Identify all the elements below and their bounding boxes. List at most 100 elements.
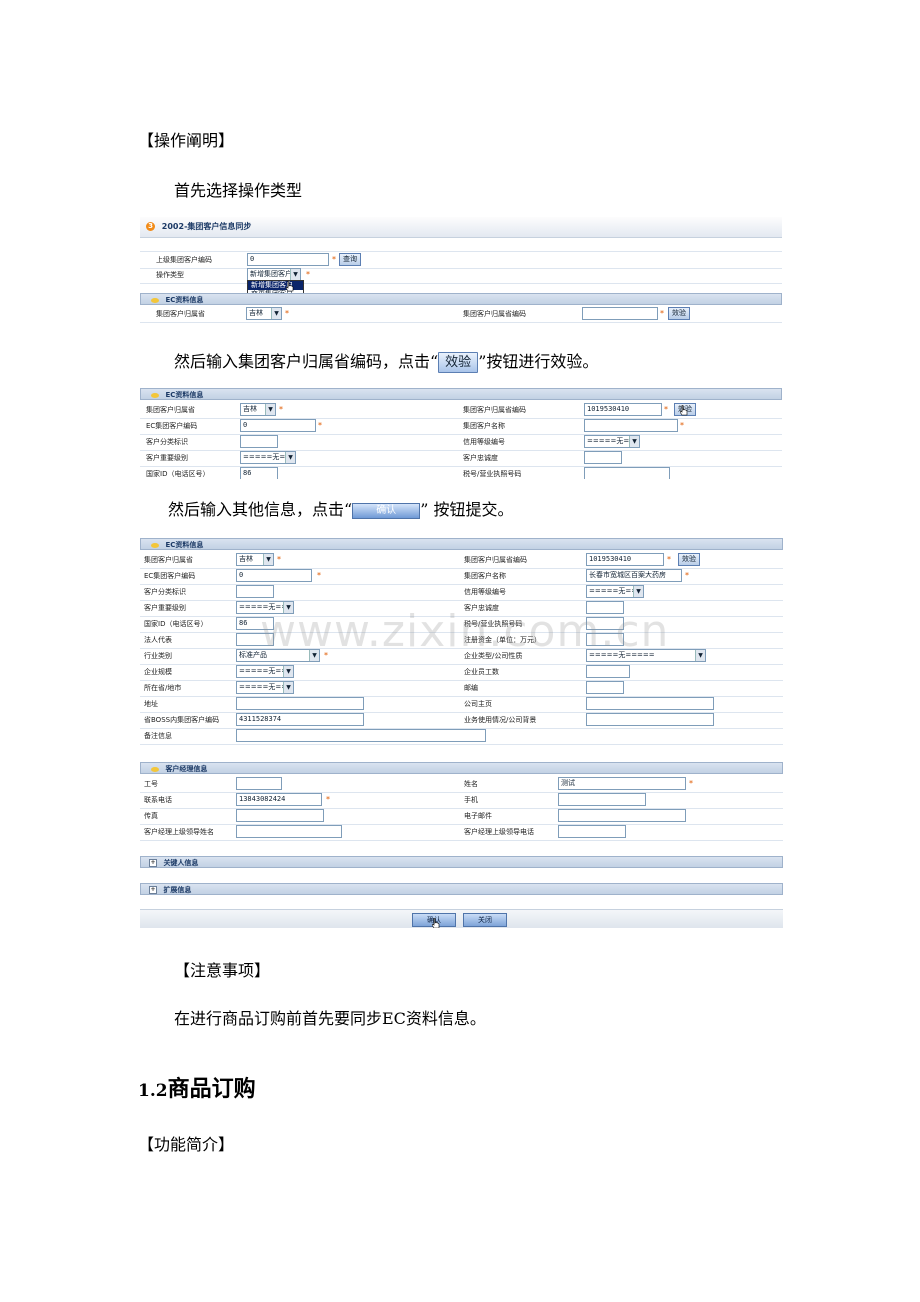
close-button[interactable]: 关闭 — [463, 913, 507, 927]
step-number-icon: 3 — [146, 222, 155, 231]
class-mark-input[interactable] — [240, 435, 278, 448]
dropdown-option[interactable]: 新增集团客户 — [248, 281, 303, 290]
loyalty-label: 客户忠诚度 — [463, 454, 498, 462]
section-icon — [151, 392, 159, 398]
fax-input[interactable] — [236, 809, 324, 822]
credit-grade-select[interactable]: =====无===== ▼ — [586, 585, 644, 598]
job-no-input[interactable] — [236, 777, 282, 790]
boss-code-label: 省BOSS内集团客户编码 — [144, 716, 220, 724]
tax-no-input[interactable] — [584, 467, 670, 479]
form-row: EC集团客户编码 0 * 集团客户名称 长春市宽城区百案大药房 * — [140, 568, 783, 585]
leader-name-input[interactable] — [236, 825, 342, 838]
upper-code-input[interactable]: 0 — [247, 253, 329, 266]
key-person-section-bar[interactable]: + 关键人信息 — [140, 856, 783, 868]
form-row: 传真 电子邮件 — [140, 808, 783, 825]
ec-section-bar[interactable]: EC资料信息 — [140, 293, 782, 305]
loyalty-input[interactable] — [584, 451, 622, 464]
province-select[interactable]: 吉林 ▼ — [236, 553, 274, 566]
query-button[interactable]: 查询 — [339, 253, 361, 266]
name-input[interactable]: 测试 — [558, 777, 686, 790]
heading-function: 【功能简介】 — [138, 1135, 235, 1154]
remark-label: 备注信息 — [144, 732, 172, 740]
country-id-input[interactable]: 86 — [240, 467, 278, 479]
form-footer: 确认 关闭 — [140, 909, 783, 928]
ec-code-input[interactable]: 0 — [240, 419, 316, 432]
ec-section-title: EC资料信息 — [165, 391, 204, 399]
required-mark: * — [279, 405, 283, 414]
class-mark-label: 客户分类标识 — [144, 588, 186, 596]
chevron-down-icon: ▼ — [633, 586, 643, 597]
chevron-down-icon: ▼ — [283, 682, 293, 693]
form-row: 集团客户归属省 吉林 ▼ * 集团客户归属省编码 1019530410 * 效验 — [140, 552, 783, 569]
group-name-input[interactable] — [584, 419, 678, 432]
ec-section-bar[interactable]: EC资料信息 — [140, 538, 783, 550]
business-input[interactable] — [586, 713, 714, 726]
required-mark: * — [685, 571, 689, 580]
remark-input[interactable] — [236, 729, 486, 742]
address-input[interactable] — [236, 697, 364, 710]
form-row: 客户重要级别 =====无===== ▼ 客户忠诚度 — [140, 450, 782, 467]
importance-label: 客户重要级别 — [146, 454, 188, 462]
step2-before: 然后输入集团客户归属省编码，点击“ — [174, 352, 439, 371]
extend-section-bar[interactable]: + 扩展信息 — [140, 883, 783, 895]
op-type-label: 操作类型 — [156, 271, 184, 279]
required-mark: * — [318, 421, 322, 430]
tax-no-label: 税号/营业执照号码 — [463, 470, 522, 478]
province-code-input[interactable]: 1019530410 — [586, 553, 664, 566]
ec-code-input[interactable]: 0 — [236, 569, 312, 582]
chevron-down-icon: ▼ — [629, 436, 639, 447]
required-mark: * — [285, 309, 289, 318]
group-name-input[interactable]: 长春市宽城区百案大药房 — [586, 569, 682, 582]
province-code-input[interactable]: 1019530410 — [584, 403, 662, 416]
boss-code-input[interactable]: 4311528374 — [236, 713, 364, 726]
importance-select[interactable]: =====无===== ▼ — [240, 451, 296, 464]
verify-button-illustration: 效验 — [438, 352, 479, 373]
province-code-label: 集团客户归属省编码 — [463, 406, 526, 414]
panel-title: 2002-集团客户信息同步 — [161, 222, 252, 231]
chevron-down-icon: ▼ — [263, 554, 273, 565]
staff-input[interactable] — [586, 665, 630, 678]
email-input[interactable] — [558, 809, 686, 822]
province-code-input[interactable] — [582, 307, 658, 320]
form-row: 客户分类标识 信用等级编号 =====无===== ▼ — [140, 434, 782, 451]
manager-section-bar[interactable]: 客户经理信息 — [140, 762, 783, 774]
required-mark: * — [277, 555, 281, 564]
form-row: 客户经理上级领导姓名 客户经理上级领导电话 — [140, 824, 783, 841]
form-row: 工号 姓名 测试 * — [140, 776, 783, 793]
form-row: 集团客户归属省 吉林 ▼ * 集团客户归属省编码 1019530410 * 效验 — [140, 402, 782, 419]
hand-cursor-icon — [286, 281, 294, 292]
expand-icon: + — [149, 859, 157, 867]
province-select[interactable]: 吉林 ▼ — [240, 403, 276, 416]
mobile-input[interactable] — [558, 793, 646, 806]
ec-section-bar[interactable]: EC资料信息 — [140, 388, 782, 400]
form-row: 地址 公司主页 — [140, 696, 783, 713]
hand-cursor-icon — [432, 918, 440, 928]
verify-button[interactable]: 效验 — [678, 553, 700, 566]
class-mark-input[interactable] — [236, 585, 274, 598]
chevron-down-icon: ▼ — [271, 308, 281, 319]
business-label: 业务使用情况/公司背景 — [464, 716, 537, 724]
province-value: 吉林 — [243, 405, 257, 413]
homepage-input[interactable] — [586, 697, 714, 710]
city-label: 所在省/地市 — [144, 684, 182, 692]
section-icon — [151, 766, 159, 772]
province-label: 集团客户归属省 — [156, 310, 205, 318]
city-select[interactable]: =====无===== ▼ — [236, 681, 294, 694]
ec-code-label: EC集团客户编码 — [144, 572, 196, 580]
postcode-input[interactable] — [586, 681, 624, 694]
section-number: 1.2 — [138, 1081, 168, 1101]
required-mark: * — [317, 571, 321, 580]
step2-after: ”按钮进行效验。 — [478, 352, 599, 371]
verify-button[interactable]: 效验 — [668, 307, 690, 320]
heading-notes: 【注意事项】 — [174, 961, 271, 980]
required-mark: * — [680, 421, 684, 430]
credit-grade-select[interactable]: =====无===== ▼ — [584, 435, 640, 448]
manager-section-title: 客户经理信息 — [165, 765, 208, 773]
fax-label: 传真 — [144, 812, 158, 820]
scale-select[interactable]: =====无===== ▼ — [236, 665, 294, 678]
province-select[interactable]: 吉林 ▼ — [246, 307, 282, 320]
screenshot-op-type: 3 2002-集团客户信息同步 上级集团客户编码 0 * 查询 操作类型 新增集… — [140, 217, 782, 327]
credit-grade-label: 信用等级编号 — [463, 438, 505, 446]
leader-phone-input[interactable] — [558, 825, 626, 838]
phone-input[interactable]: 13843082424 — [236, 793, 322, 806]
